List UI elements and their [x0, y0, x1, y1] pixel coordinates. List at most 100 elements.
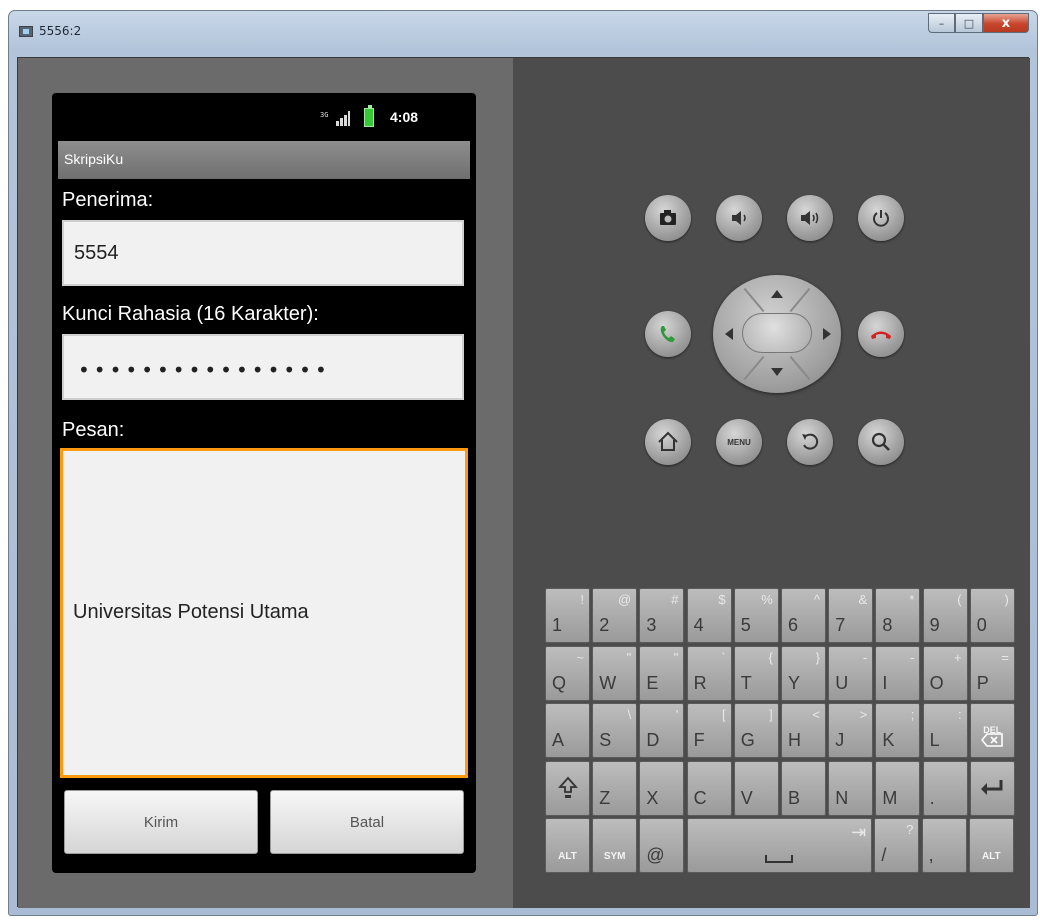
key-alt-label: ; [910, 707, 915, 723]
key-d[interactable]: D ' [639, 703, 685, 759]
key-q[interactable]: Q ~ [545, 645, 590, 701]
key-alt-label: % [761, 592, 773, 607]
key-0[interactable]: 0) [969, 588, 1015, 643]
back-button[interactable] [787, 419, 833, 465]
dpad-left-icon[interactable] [722, 327, 736, 341]
key-5[interactable]: 5% [733, 588, 779, 643]
key-alt-label: } [815, 649, 820, 665]
key-p[interactable]: P = [969, 645, 1015, 701]
key-label: R [693, 672, 707, 693]
sim-indicator-icon: 3G [320, 111, 329, 119]
secret-key-label: Kunci Rahasia (16 Karakter): [62, 303, 319, 325]
key-t[interactable]: T{ [733, 645, 779, 701]
key-slash[interactable]: /? [874, 818, 920, 874]
close-button[interactable]: x [983, 13, 1029, 33]
key-enter[interactable] [969, 760, 1015, 816]
key-b[interactable]: B [781, 760, 826, 816]
key-x[interactable]: X [639, 760, 685, 816]
key-o[interactable]: O + [922, 645, 968, 701]
key-s[interactable]: S \ [592, 703, 638, 759]
key-c[interactable]: C [686, 760, 732, 816]
key-m[interactable]: M [875, 760, 921, 816]
message-label: Pesan: [62, 419, 125, 441]
message-input[interactable]: Universitas Potensi Utama [60, 448, 468, 778]
dpad-right-icon[interactable] [820, 327, 834, 341]
key-e[interactable]: E " [639, 645, 685, 701]
key-a[interactable]: A [545, 703, 590, 759]
key-j[interactable]: J > [828, 703, 874, 759]
send-button[interactable]: Kirim [64, 790, 258, 854]
key-8[interactable]: 8 * [875, 588, 921, 643]
home-button[interactable] [645, 419, 691, 465]
cancel-button[interactable]: Batal [270, 790, 464, 854]
key-alt[interactable]: ALT [968, 818, 1014, 874]
key-z[interactable]: Z [592, 760, 638, 816]
key-4[interactable]: 4 $ [686, 588, 732, 643]
volume-up-icon [801, 211, 819, 225]
key-w[interactable]: W " [592, 645, 638, 701]
search-button[interactable] [858, 419, 904, 465]
key-label: 1 [552, 615, 563, 635]
power-icon [873, 210, 889, 227]
key-label: I [882, 672, 888, 693]
key-v[interactable]: V [733, 760, 779, 816]
key-u[interactable]: U- [828, 645, 874, 701]
recipient-label: Penerima: [62, 189, 154, 211]
key-9[interactable]: 9( [922, 588, 968, 643]
key-alt-label: " [626, 649, 632, 665]
maximize-button[interactable]: □ [955, 13, 983, 33]
key-alt-label: ` [721, 649, 726, 665]
back-icon [802, 433, 819, 450]
key-label: L [929, 730, 940, 751]
key-period[interactable]: . [922, 760, 968, 816]
key-label: Q [552, 672, 567, 693]
volume-up-button[interactable] [787, 195, 833, 241]
key-label: D [646, 730, 660, 751]
end-call-button[interactable] [858, 311, 904, 357]
key-l[interactable]: L: [922, 703, 968, 759]
minimize-button[interactable]: – [928, 13, 955, 33]
key-6[interactable]: 6 ^ [781, 588, 826, 643]
key-comma[interactable]: , [921, 818, 967, 874]
secret-key-input[interactable]: •••••••••••••••• [62, 334, 464, 400]
dpad[interactable] [713, 275, 841, 393]
key-i[interactable]: I- [875, 645, 921, 701]
power-button[interactable] [858, 195, 904, 241]
key-del[interactable]: DEL [969, 703, 1015, 759]
call-button[interactable] [645, 311, 691, 357]
key-label: B [788, 787, 801, 808]
recipient-input[interactable]: 5554 [62, 220, 464, 286]
window-titlebar[interactable]: 5556:2 – □ x [9, 11, 1037, 51]
menu-button[interactable]: MENU [716, 419, 762, 465]
key-y[interactable]: Y} [781, 645, 826, 701]
window-title: 5556:2 [39, 24, 82, 38]
key-label: Y [788, 672, 801, 693]
key-sym[interactable]: SYM [592, 818, 638, 874]
key-space[interactable]: ⇥ [686, 818, 873, 874]
key-label: 0 [976, 615, 987, 635]
dpad-center-button[interactable] [742, 313, 812, 353]
key-alt[interactable]: ALT [545, 818, 590, 874]
key-n[interactable]: N [828, 760, 874, 816]
key-f[interactable]: F[ [686, 703, 732, 759]
camera-button[interactable] [645, 195, 691, 241]
space-bar-icon [688, 819, 872, 872]
key-alt-label: ! [580, 592, 584, 607]
key-label: , [928, 845, 934, 866]
key-3[interactable]: 3 # [639, 588, 685, 643]
key-k[interactable]: K; [875, 703, 921, 759]
key-alt-label: ] [769, 707, 773, 723]
key-h[interactable]: H < [781, 703, 826, 759]
dpad-up-icon[interactable] [770, 287, 784, 301]
key-label: 5 [740, 615, 751, 635]
key-1[interactable]: 1! [545, 588, 590, 643]
volume-down-button[interactable] [716, 195, 762, 241]
key-label: SYM [603, 851, 626, 863]
key-g[interactable]: G] [733, 703, 779, 759]
key-at[interactable]: @ [639, 818, 685, 874]
key-2[interactable]: 2 @ [592, 588, 638, 643]
key-shift[interactable] [545, 760, 590, 816]
dpad-down-icon[interactable] [770, 365, 784, 379]
key-r[interactable]: R ` [686, 645, 732, 701]
key-7[interactable]: 7 & [828, 588, 874, 643]
